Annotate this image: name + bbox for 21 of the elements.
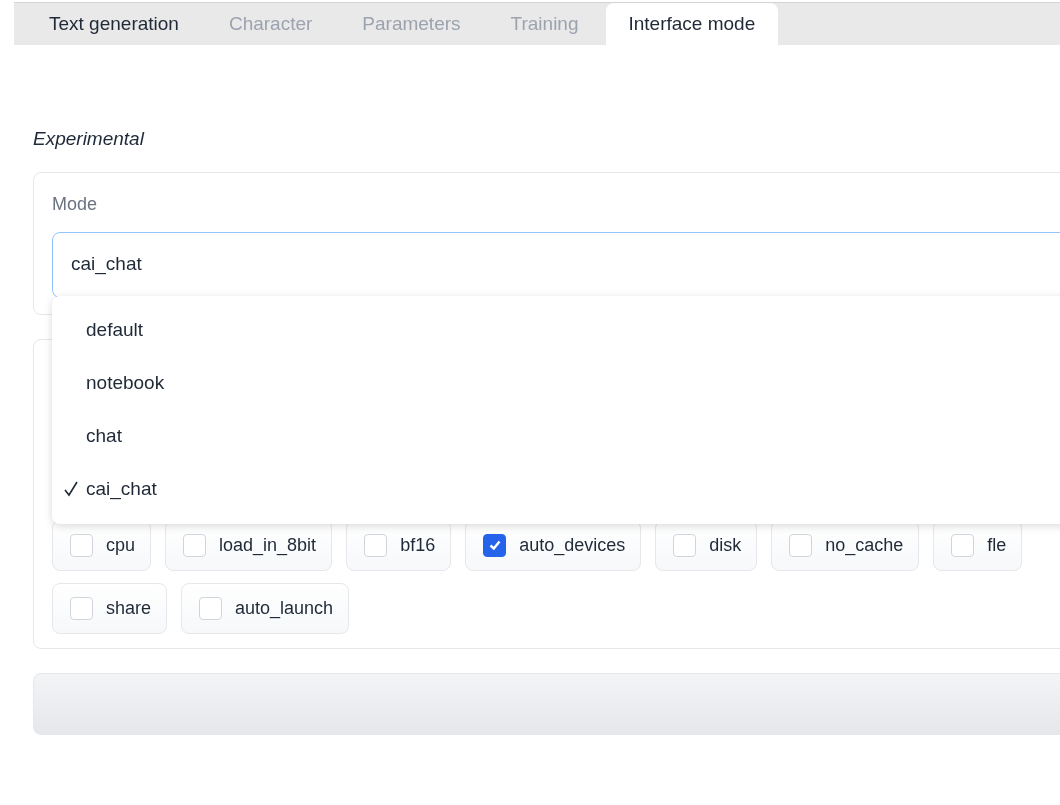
blank-button[interactable] (33, 672, 1060, 735)
dropdown-option[interactable]: cai_chat (52, 462, 1060, 516)
checkbox[interactable] (183, 533, 207, 557)
checkbox-option[interactable]: auto_launch (181, 582, 350, 634)
checked-checkbox[interactable] (483, 533, 507, 557)
tab[interactable]: Text generation (26, 3, 202, 45)
checkbox[interactable] (673, 533, 697, 557)
checkbox[interactable] (951, 533, 975, 557)
checkbox[interactable] (70, 596, 93, 620)
dropdown-option[interactable]: default (52, 303, 1060, 357)
checkbox[interactable] (789, 533, 813, 557)
checkbox-option[interactable]: share (52, 582, 168, 634)
check-icon (487, 538, 502, 552)
dropdown-option[interactable]: chat (52, 409, 1060, 463)
tab[interactable]: Interface mode (605, 3, 779, 45)
section-title: Experimental (33, 127, 146, 151)
dropdown-option[interactable]: notebook (52, 356, 1060, 410)
field-label: Mode (52, 192, 99, 216)
checkbox[interactable] (199, 596, 223, 620)
checkbox[interactable] (364, 533, 388, 557)
checkbox[interactable] (70, 533, 93, 557)
